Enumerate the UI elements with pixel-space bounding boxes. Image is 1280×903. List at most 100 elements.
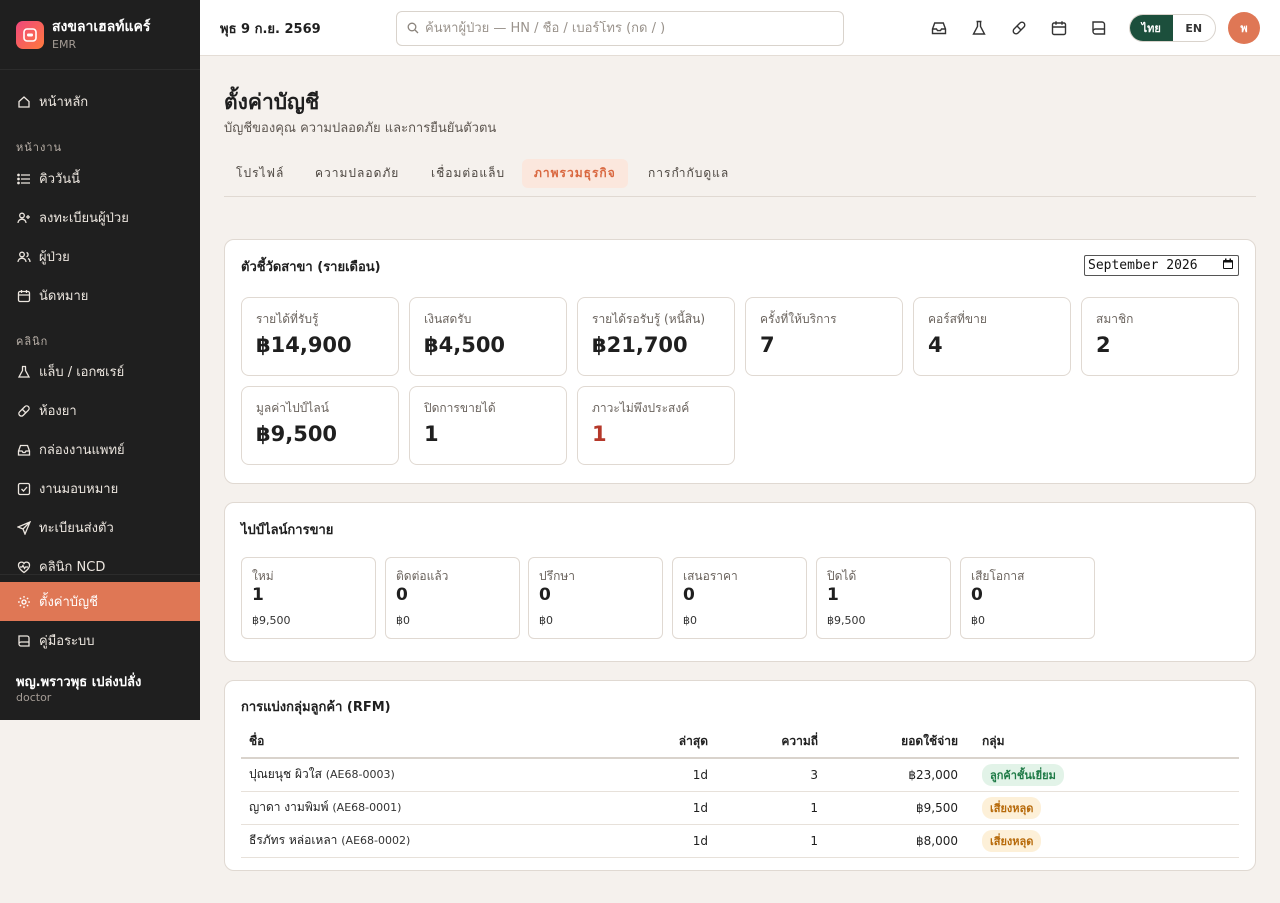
pipeline-stage-consult: ปรึกษา 0 ฿0 (528, 557, 663, 639)
sidebar-item-label: ผู้ป่วย (39, 250, 70, 265)
kpi-label: ภาวะไม่พึงประสงค์ (592, 401, 690, 415)
kpi-value: 4 (928, 333, 943, 357)
stage-count: 0 (396, 585, 408, 605)
kpi-label: รายได้รอรับรู้ (หนี้สิน) (592, 312, 706, 326)
kpi-label: ครั้งที่ให้บริการ (760, 312, 837, 326)
sidebar-item-tasks[interactable]: งานมอบหมาย (0, 469, 200, 508)
search-input[interactable] (425, 21, 825, 36)
customer-name: ปุณยนุช ผิวใส (249, 767, 322, 782)
sidebar-item-label: กล่องงานแพทย์ (39, 443, 125, 458)
sidebar-item-label: นัดหมาย (39, 289, 89, 304)
kpi-value: ฿9,500 (256, 422, 338, 446)
recency-cell: 1d (611, 758, 716, 792)
sidebar-item-settings[interactable]: ตั้งค่าบัญชี (0, 582, 200, 621)
column-header-recency[interactable]: ล่าสุด (611, 725, 716, 759)
checkbox-icon (16, 481, 32, 497)
avatar[interactable]: พ (1228, 12, 1260, 44)
column-header-frequency[interactable]: ความถี่ (716, 725, 826, 759)
tab-profile[interactable]: โปรไฟล์ (224, 159, 296, 188)
pill-icon[interactable] (1009, 18, 1029, 38)
sidebar-item-queue[interactable]: คิววันนี้ (0, 159, 200, 198)
stage-count: 0 (683, 585, 695, 605)
brand[interactable]: สงขลาเฮลท์แคร์ EMR (0, 0, 200, 70)
pipeline-stage-quote: เสนอราคา 0 ฿0 (672, 557, 807, 639)
inbox-icon[interactable] (929, 18, 949, 38)
lang-en-button[interactable]: EN (1173, 15, 1216, 41)
sidebar-item-home[interactable]: หน้าหลัก (0, 82, 200, 121)
gear-icon (16, 594, 32, 610)
kpi-label: คอร์สที่ขาย (928, 312, 987, 326)
spend-cell: ฿9,500 (826, 791, 966, 825)
sidebar-item-label: ลงทะเบียนผู้ป่วย (39, 211, 129, 226)
search-box[interactable] (396, 11, 844, 46)
customer-code: (AE68-0001) (332, 801, 402, 814)
table-row[interactable]: ธีรภัทร หล่อเหลา (AE68-0002) 1d 1 ฿8,000… (241, 824, 1239, 858)
lang-th-button[interactable]: ไทย (1130, 15, 1173, 41)
tab-lab-integration[interactable]: เชื่อมต่อแล็บ (419, 159, 517, 188)
sidebar-item-pharmacy[interactable]: ห้องยา (0, 391, 200, 430)
card-title: ตัวชี้วัดสาขา (รายเดือน) (241, 260, 381, 275)
pipeline-stage-contacted: ติดต่อแล้ว 0 ฿0 (385, 557, 520, 639)
list-icon (16, 171, 32, 187)
column-header-name[interactable]: ชื่อ (241, 725, 611, 759)
sidebar: สงขลาเฮลท์แคร์ EMR หน้าหลัก หน้างาน คิวว… (0, 0, 200, 720)
heart-pulse-icon (16, 559, 32, 575)
stage-count: 1 (827, 585, 839, 605)
month-picker-value: September 2026 (1088, 258, 1198, 273)
column-header-spend[interactable]: ยอดใช้จ่าย (826, 725, 966, 759)
sidebar-item-referrals[interactable]: ทะเบียนส่งตัว (0, 508, 200, 547)
customer-name: ญาดา งามพิมพ์ (249, 800, 329, 814)
customer-name-cell: ปุณยนุช ผิวใส (AE68-0003) (241, 758, 611, 792)
pipeline-stage-lost: เสียโอกาส 0 ฿0 (960, 557, 1095, 639)
sidebar-item-patients[interactable]: ผู้ป่วย (0, 237, 200, 276)
kpi-service-visits: ครั้งที่ให้บริการ 7 (745, 297, 903, 376)
kpi-value: 2 (1096, 333, 1111, 357)
stage-count: 1 (252, 585, 264, 605)
current-user-name: พญ.พราวพุธ เปล่งปลั่ง (16, 675, 142, 690)
kpi-adverse-events: ภาวะไม่พึงประสงค์ 1 (577, 386, 735, 465)
column-header-segment[interactable]: กลุ่ม (966, 725, 1239, 759)
segment-cell: เสี่ยงหลุด (966, 824, 1239, 858)
month-picker[interactable]: September 2026 (1084, 255, 1239, 276)
stage-count: 0 (539, 585, 551, 605)
sidebar-item-label: แล็บ / เอกซเรย์ (39, 365, 125, 380)
send-icon (16, 520, 32, 536)
table-row[interactable]: ญาดา งามพิมพ์ (AE68-0001) 1d 1 ฿9,500 เส… (241, 791, 1239, 825)
sidebar-item-manual[interactable]: คู่มือระบบ (0, 621, 200, 660)
customer-code: (AE68-0002) (341, 834, 411, 847)
brand-logo-icon (16, 20, 44, 49)
kpi-pipeline-value: มูลค่าไปป์ไลน์ ฿9,500 (241, 386, 399, 465)
sidebar-item-ncd[interactable]: คลินิก NCD (0, 547, 200, 586)
pill-icon (16, 403, 32, 419)
customer-name: ธีรภัทร หล่อเหลา (249, 833, 338, 847)
page-title: ตั้งค่าบัญชี (224, 90, 320, 114)
inbox-icon (16, 442, 32, 458)
sidebar-item-lab[interactable]: แล็บ / เอกซเรย์ (0, 352, 200, 391)
brand-name: สงขลาเฮลท์แคร์ (52, 18, 151, 35)
recency-cell: 1d (611, 824, 716, 858)
kpi-value: 1 (424, 422, 439, 446)
tab-security[interactable]: ความปลอดภัย (303, 159, 411, 188)
flask-icon[interactable] (969, 18, 989, 38)
calendar-icon (1222, 258, 1234, 274)
current-user-role: doctor (16, 691, 52, 704)
kpi-deferred-revenue: รายได้รอรับรู้ (หนี้สิน) ฿21,700 (577, 297, 735, 376)
stage-amount: ฿9,500 (827, 614, 866, 627)
sidebar-item-label: คิววันนี้ (39, 172, 81, 187)
table-row[interactable]: ปุณยนุช ผิวใส (AE68-0003) 1d 3 ฿23,000 ล… (241, 758, 1239, 792)
kpi-label: ปิดการขายได้ (424, 401, 496, 415)
kpi-value: 1 (592, 422, 607, 446)
tab-business-overview[interactable]: ภาพรวมธุรกิจ (522, 159, 628, 188)
calendar-icon[interactable] (1049, 18, 1069, 38)
book-icon[interactable] (1089, 18, 1109, 38)
sidebar-item-appointments[interactable]: นัดหมาย (0, 276, 200, 315)
tab-governance[interactable]: การกำกับดูแล (636, 159, 741, 188)
customer-name-cell: ธีรภัทร หล่อเหลา (AE68-0002) (241, 824, 611, 858)
sidebar-item-register[interactable]: ลงทะเบียนผู้ป่วย (0, 198, 200, 237)
sidebar-item-doctor-inbox[interactable]: กล่องงานแพทย์ (0, 430, 200, 469)
segment-badge: เสี่ยงหลุด (982, 796, 1042, 819)
spend-cell: ฿23,000 (826, 758, 966, 792)
pipeline-stage-new: ใหม่ 1 ฿9,500 (241, 557, 376, 639)
frequency-cell: 3 (716, 758, 826, 792)
stage-label: ใหม่ (252, 569, 274, 583)
